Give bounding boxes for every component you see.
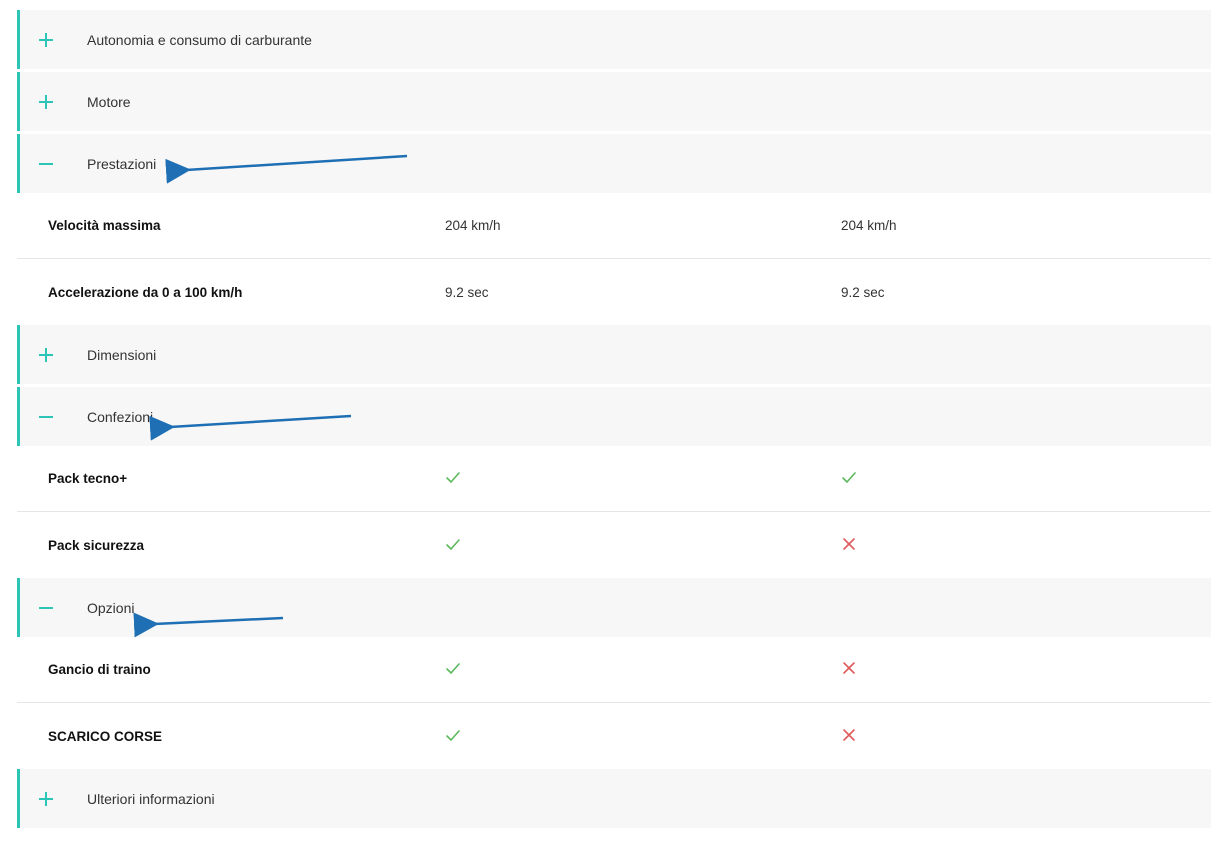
plus-icon[interactable] [37,790,55,808]
table-row: Gancio di traino [17,637,1211,703]
availability-cell [445,727,841,746]
table-row: Pack sicurezza [17,512,1211,578]
section-opzioni-header[interactable]: Opzioni [17,578,1211,637]
section-prestazioni-header[interactable]: Prestazioni [17,134,1211,193]
row-label: SCARICO CORSE [48,728,163,744]
section-motore-header[interactable]: Motore [17,72,1211,131]
section-dimensioni-header[interactable]: Dimensioni [17,325,1211,384]
table-row: Velocità massima 204 km/h 204 km/h [17,193,1211,259]
row-value: 9.2 sec [445,284,489,300]
availability-cell [445,536,841,555]
plus-icon[interactable] [37,346,55,364]
availability-cell [841,536,1211,555]
row-label: Accelerazione da 0 a 100 km/h [48,284,243,300]
row-label: Pack sicurezza [48,537,145,553]
availability-cell [841,660,1211,679]
section-label: Prestazioni [87,155,157,172]
spec-accordion: Autonomia e consumo di carburante Motore… [0,0,1215,847]
row-label: Pack tecno+ [48,471,128,486]
minus-icon[interactable] [37,155,55,173]
plus-icon[interactable] [37,93,55,111]
availability-cell [841,727,1211,746]
row-value: 9.2 sec [841,284,885,300]
section-label: Ulteriori informazioni [87,790,215,807]
row-value: 204 km/h [445,218,501,233]
section-confezioni-header[interactable]: Confezioni [17,387,1211,446]
availability-cell [445,660,841,679]
check-icon [446,472,460,484]
cross-icon [843,537,855,550]
plus-icon[interactable] [37,31,55,49]
minus-icon[interactable] [37,408,55,426]
row-label: Gancio di traino [48,662,151,677]
row-value: 204 km/h [841,218,897,233]
check-icon [446,538,460,550]
check-icon [446,729,460,741]
section-prestazioni-rows: Velocità massima 204 km/h 204 km/h Accel… [17,193,1211,325]
section-autonomia-header[interactable]: Autonomia e consumo di carburante [17,10,1211,69]
cross-icon [843,662,855,674]
section-label: Autonomia e consumo di carburante [87,31,312,48]
table-row: Pack tecno+ [17,446,1211,512]
section-opzioni-rows: Gancio di traino SCARICO CORSE [17,637,1211,769]
section-ulteriori-header[interactable]: Ulteriori informazioni [17,769,1211,828]
table-row: Accelerazione da 0 a 100 km/h 9.2 sec 9.… [17,259,1211,325]
section-confezioni-rows: Pack tecno+ Pack sicurezza [17,446,1211,578]
availability-cell [445,469,841,488]
minus-icon[interactable] [37,599,55,617]
section-label: Confezioni [87,408,154,425]
table-row: SCARICO CORSE [17,703,1211,769]
availability-cell [841,469,1211,488]
row-label: Velocità massima [48,218,161,233]
check-icon [446,663,460,675]
section-label: Opzioni [87,599,135,616]
check-icon [842,472,856,484]
cross-icon [843,728,855,741]
section-label: Motore [87,93,131,110]
section-label: Dimensioni [87,346,157,363]
